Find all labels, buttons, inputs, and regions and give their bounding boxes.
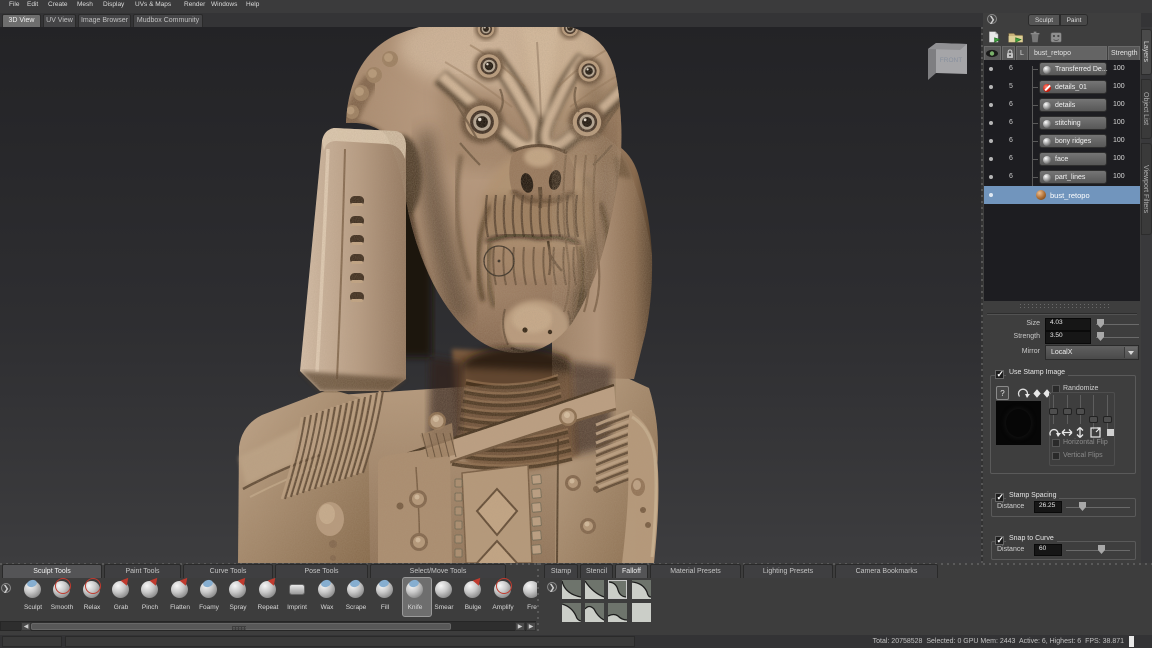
svg-text:FRONT: FRONT bbox=[940, 57, 962, 64]
